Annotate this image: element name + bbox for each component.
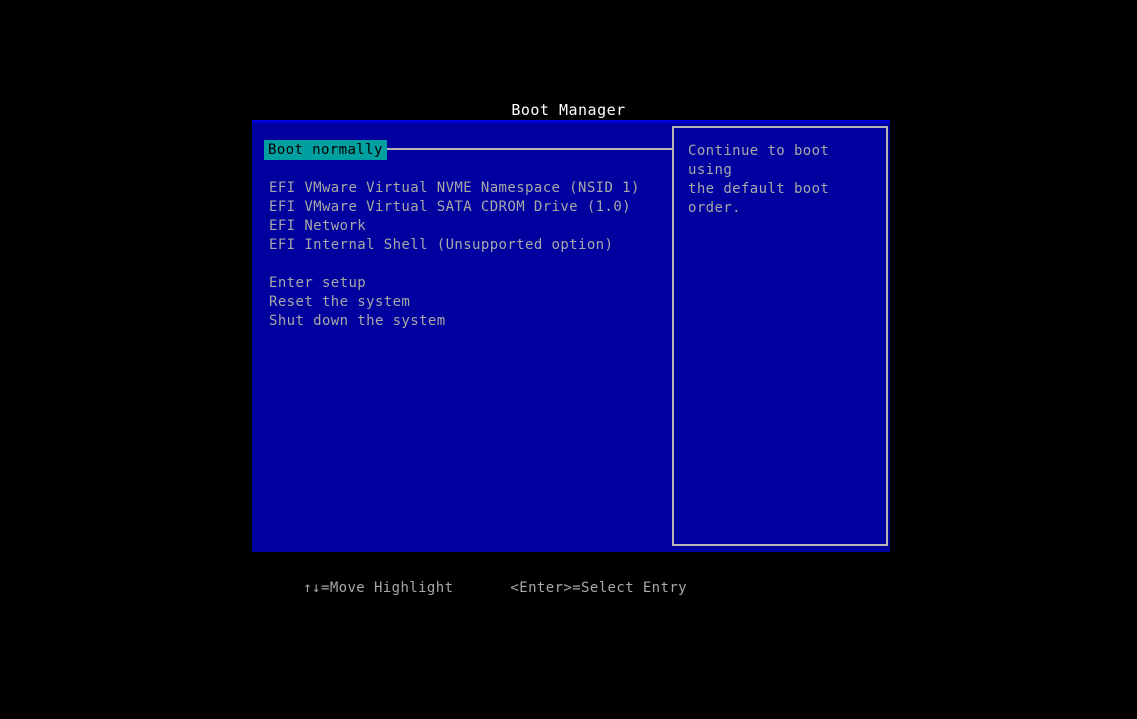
boot-menu-item[interactable]: EFI Internal Shell (Unsupported option) — [268, 236, 663, 255]
boot-menu-item[interactable]: EFI VMware Virtual SATA CDROM Drive (1.0… — [268, 198, 663, 217]
menu-row: Boot normally — [264, 139, 663, 160]
menu-row: Enter setup — [268, 274, 663, 293]
menu-row: EFI Internal Shell (Unsupported option) — [268, 236, 663, 255]
hint-move-highlight: ↑↓=Move Highlight — [303, 580, 454, 596]
boot-menu-list: Boot normally EFI VMware Virtual NVME Nam… — [264, 139, 663, 331]
menu-spacer — [268, 160, 663, 179]
menu-row: EFI VMware Virtual NVME Namespace (NSID … — [268, 179, 663, 198]
menu-row: EFI VMware Virtual SATA CDROM Drive (1.0… — [268, 198, 663, 217]
boot-menu-item[interactable]: Enter setup — [268, 274, 663, 293]
menu-row: Shut down the system — [268, 312, 663, 331]
boot-menu-item[interactable]: Reset the system — [268, 293, 663, 312]
page-title: Boot Manager — [511, 101, 626, 119]
bios-boot-manager-screen: Boot Manager Boot normally EFI VMware Vir… — [0, 0, 1137, 719]
footer-key-hints: ↑↓=Move Highlight <Enter>=Select Entry — [252, 558, 890, 596]
menu-spacer — [268, 255, 663, 274]
help-description-panel: Continue to boot using the default boot … — [672, 126, 888, 546]
boot-menu-item[interactable]: Shut down the system — [268, 312, 663, 331]
help-description-text: Continue to boot using the default boot … — [688, 143, 830, 216]
menu-row: EFI Network — [268, 217, 663, 236]
menu-row: Reset the system — [268, 293, 663, 312]
boot-menu-item[interactable]: EFI Network — [268, 217, 663, 236]
hint-select-entry: <Enter>=Select Entry — [510, 580, 687, 596]
boot-menu-item[interactable]: Boot normally — [264, 140, 387, 160]
boot-menu-item[interactable]: EFI VMware Virtual NVME Namespace (NSID … — [268, 179, 663, 198]
